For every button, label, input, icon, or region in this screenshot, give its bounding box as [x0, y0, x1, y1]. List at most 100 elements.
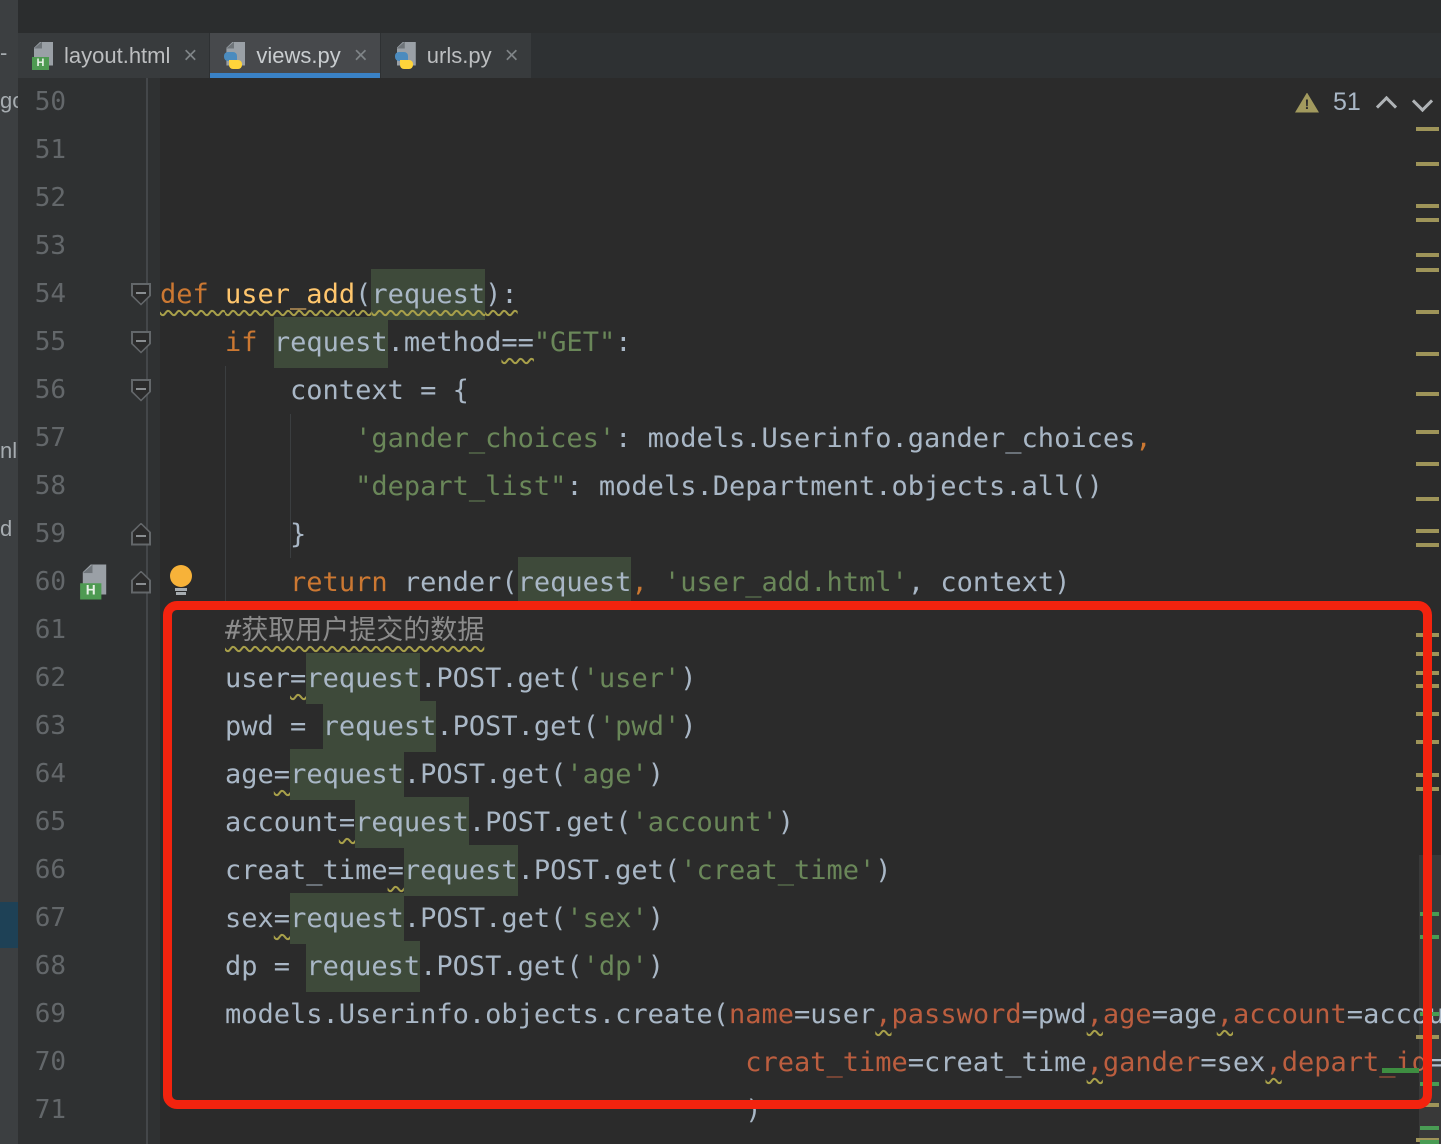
scrollbar-warning-mark[interactable]: [1416, 497, 1439, 501]
code-text[interactable]: }: [160, 521, 306, 548]
python-file-icon: [224, 41, 247, 70]
code-text[interactable]: dp = request.POST.get('dp'): [160, 940, 664, 992]
scrollbar-change-mark[interactable]: [1420, 1012, 1439, 1016]
line-number: 61: [34, 615, 66, 645]
scrollbar-change-mark[interactable]: [1420, 1140, 1439, 1144]
python-file-icon: [394, 41, 418, 70]
code-line[interactable]: 71 ): [18, 1086, 1441, 1134]
scrollbar-warning-mark[interactable]: [1416, 310, 1439, 314]
code-text[interactable]: creat_time=creat_time,gander=sex,depart_…: [160, 1049, 1441, 1076]
code-text[interactable]: "depart_list": models.Department.objects…: [160, 473, 1103, 500]
code-line[interactable]: 63 pwd = request.POST.get('pwd'): [18, 700, 1441, 752]
code-line[interactable]: 62 user=request.POST.get('user'): [18, 652, 1441, 704]
previous-problem-icon[interactable]: [1375, 93, 1397, 113]
code-text[interactable]: context = {: [160, 377, 469, 404]
code-line[interactable]: 53: [18, 222, 1441, 270]
code-line[interactable]: 57 'gander_choices': models.Userinfo.gan…: [18, 414, 1441, 462]
scrollbar-warning-mark[interactable]: [1416, 462, 1439, 466]
code-line[interactable]: 65 account=request.POST.get('account'): [18, 796, 1441, 848]
code-text[interactable]: def user_add(request):: [160, 268, 518, 320]
fold-scope-line: [146, 78, 148, 1144]
scrollbar-warning-mark[interactable]: [1416, 712, 1439, 716]
tab-label: urls.py: [426, 42, 492, 68]
scrollbar-warning-mark[interactable]: [1416, 218, 1439, 222]
tab-urls-py[interactable]: urls.py ×: [380, 33, 531, 78]
code-text[interactable]: #获取用户提交的数据: [160, 617, 484, 644]
scrollbar-thumb[interactable]: [1419, 855, 1441, 1144]
tab-layout-html[interactable]: Hlayout.html ×: [18, 33, 210, 78]
code-text[interactable]: ): [160, 1097, 761, 1124]
window-top-strip: [18, 0, 1441, 33]
code-line[interactable]: 56 context = {: [18, 366, 1441, 414]
scrollbar-warning-mark[interactable]: [1416, 430, 1439, 434]
fold-marker[interactable]: [131, 522, 151, 546]
scrollbar-warning-mark[interactable]: [1416, 529, 1439, 533]
scrollbar-warning-mark[interactable]: [1416, 1103, 1439, 1107]
scrollbar-warning-mark[interactable]: [1416, 773, 1439, 777]
intention-bulb-icon[interactable]: [168, 565, 194, 597]
scrollbar-warning-mark[interactable]: [1416, 543, 1439, 547]
scrollbar-warning-mark[interactable]: [1416, 633, 1439, 637]
scrollbar-change-mark[interactable]: [1420, 935, 1439, 939]
fold-marker[interactable]: [131, 282, 151, 306]
vcs-change-marker: [1382, 1068, 1419, 1073]
scrollbar-change-mark[interactable]: [1420, 1126, 1439, 1130]
scrollbar-warning-mark[interactable]: [1416, 1035, 1439, 1039]
code-line[interactable]: 50: [18, 78, 1441, 126]
scrollbar-change-mark[interactable]: [1420, 1082, 1439, 1086]
scrollbar-warning-mark[interactable]: [1416, 127, 1439, 131]
scrollbar-warning-mark[interactable]: [1416, 162, 1439, 166]
code-line[interactable]: 55 if request.method=="GET":: [18, 316, 1441, 368]
code-text[interactable]: pwd = request.POST.get('pwd'): [160, 700, 696, 752]
scrollbar-warning-mark[interactable]: [1416, 740, 1439, 744]
line-number: 71: [34, 1095, 66, 1125]
scrollbar-warning-mark[interactable]: [1416, 352, 1439, 356]
scrollbar-warning-mark[interactable]: [1416, 652, 1439, 656]
code-editor[interactable]: 50 51 52 53 54 def user_add(request): 55 if re…: [18, 78, 1441, 1144]
tab-views-py[interactable]: views.py ×: [210, 33, 381, 78]
scrollbar-warning-mark[interactable]: [1416, 253, 1439, 257]
tab-close-icon[interactable]: ×: [354, 43, 368, 68]
scrollbar-warning-mark[interactable]: [1416, 204, 1439, 208]
fold-marker[interactable]: [131, 330, 151, 354]
code-line[interactable]: 68 dp = request.POST.get('dp'): [18, 940, 1441, 992]
project-panel-sliver[interactable]: - gc nl d: [0, 0, 18, 1144]
code-line[interactable]: 59 }: [18, 510, 1441, 558]
code-line[interactable]: 64 age=request.POST.get('age'): [18, 748, 1441, 800]
indent-guide: [225, 366, 226, 606]
code-text[interactable]: account=request.POST.get('account'): [160, 796, 794, 848]
scrollbar-warning-mark[interactable]: [1416, 671, 1439, 675]
scrollbar-warning-mark[interactable]: [1416, 787, 1439, 791]
code-line[interactable]: 70 creat_time=creat_time,gander=sex,depa…: [18, 1038, 1441, 1086]
tab-close-icon[interactable]: ×: [505, 43, 519, 68]
scrollbar-warning-mark[interactable]: [1416, 392, 1439, 396]
next-problem-icon[interactable]: [1411, 93, 1433, 113]
code-text[interactable]: creat_time=request.POST.get('creat_time'…: [160, 844, 892, 896]
code-text[interactable]: return render(request, 'user_add.html', …: [160, 556, 1070, 608]
code-line[interactable]: 69 models.Userinfo.objects.create(name=u…: [18, 990, 1441, 1038]
html-file-icon: H: [32, 41, 55, 70]
scrollbar-change-mark[interactable]: [1420, 912, 1439, 916]
code-line[interactable]: 51: [18, 126, 1441, 174]
code-line[interactable]: 66 creat_time=request.POST.get('creat_ti…: [18, 844, 1441, 896]
fold-marker[interactable]: [131, 570, 151, 594]
code-text[interactable]: models.Userinfo.objects.create(name=user…: [160, 1001, 1441, 1028]
code-text[interactable]: user=request.POST.get('user'): [160, 652, 696, 704]
code-line[interactable]: 52: [18, 174, 1441, 222]
fold-marker[interactable]: [131, 378, 151, 402]
code-line[interactable]: 61 #获取用户提交的数据: [18, 606, 1441, 654]
code-text[interactable]: 'gander_choices': models.Userinfo.gander…: [160, 425, 1152, 452]
code-text[interactable]: sex=request.POST.get('sex'): [160, 892, 664, 944]
code-line[interactable]: 58 "depart_list": models.Department.obje…: [18, 462, 1441, 510]
scrollbar-warning-mark[interactable]: [1416, 268, 1439, 272]
code-line[interactable]: 54 def user_add(request):: [18, 268, 1441, 320]
code-line[interactable]: 60 H return render(request, 'user_add.htm…: [18, 556, 1441, 608]
editor-tab-bar: Hlayout.html × views.py × urls.py ×: [18, 33, 1441, 78]
line-number: 55: [34, 327, 66, 357]
code-line[interactable]: 67 sex=request.POST.get('sex'): [18, 892, 1441, 944]
code-text[interactable]: if request.method=="GET":: [160, 316, 631, 368]
line-number: 50: [34, 87, 66, 117]
tab-close-icon[interactable]: ×: [183, 43, 197, 68]
code-text[interactable]: age=request.POST.get('age'): [160, 748, 664, 800]
scrollbar-warning-mark[interactable]: [1416, 684, 1439, 688]
